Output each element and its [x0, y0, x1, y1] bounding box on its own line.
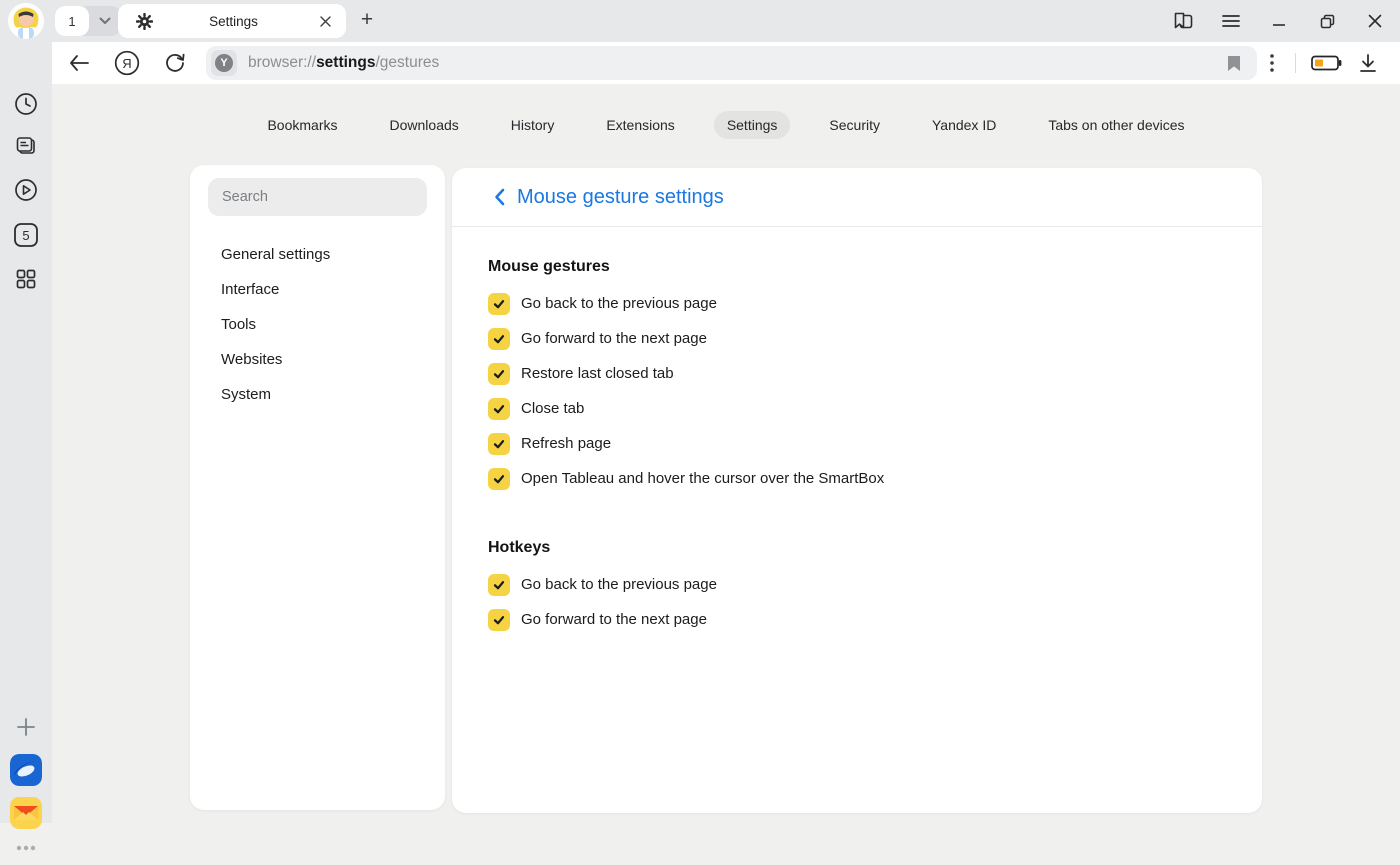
- tab-settings[interactable]: Settings: [714, 111, 791, 139]
- tab-security[interactable]: Security: [816, 111, 893, 139]
- gesture-option-label: Close tab: [521, 400, 584, 417]
- window-close-button[interactable]: [1358, 4, 1392, 38]
- download-icon[interactable]: [1348, 46, 1388, 80]
- gesture-option-row[interactable]: Open Tableau and hover the cursor over t…: [488, 461, 1226, 496]
- tab-bookmarks[interactable]: Bookmarks: [254, 111, 350, 139]
- sidebar-item-tools[interactable]: Tools: [190, 307, 445, 342]
- section-heading-mouse-gestures: Mouse gestures: [488, 257, 1226, 277]
- chevron-down-icon[interactable]: [89, 6, 121, 36]
- sidebar-item-general-settings[interactable]: General settings: [190, 237, 445, 272]
- gesture-option-row[interactable]: Restore last closed tab: [488, 356, 1226, 391]
- back-chevron-icon[interactable]: [488, 186, 510, 208]
- hotkey-option-label: Go forward to the next page: [521, 611, 707, 628]
- tab-count-number: 5: [22, 228, 29, 243]
- window-restore-button[interactable]: [1310, 4, 1344, 38]
- yandex-letter: Я: [122, 56, 131, 71]
- address-bar[interactable]: Y browser://settings/gestures: [206, 46, 1257, 80]
- profile-avatar[interactable]: [8, 3, 44, 39]
- tab-count-badge[interactable]: 5: [9, 218, 43, 252]
- settings-section-menu: General settings Interface Tools Website…: [190, 237, 445, 412]
- history-clock-icon[interactable]: [9, 87, 43, 121]
- back-arrow-icon[interactable]: [62, 46, 96, 80]
- gesture-option-row[interactable]: Go forward to the next page: [488, 321, 1226, 356]
- checkbox-checked-icon[interactable]: [488, 363, 510, 385]
- gesture-option-label: Refresh page: [521, 435, 611, 452]
- url-path: /gestures: [376, 54, 440, 71]
- more-vertical-dots-icon[interactable]: [1257, 46, 1287, 80]
- checkbox-checked-icon[interactable]: [488, 293, 510, 315]
- search-input[interactable]: [208, 178, 427, 216]
- tab-close-icon[interactable]: [314, 10, 336, 32]
- page-title[interactable]: Mouse gesture settings: [517, 186, 724, 209]
- apps-grid-icon[interactable]: [9, 262, 43, 296]
- url-text[interactable]: browser://settings/gestures: [248, 54, 439, 72]
- refresh-icon[interactable]: [158, 46, 192, 80]
- gesture-settings-card: Mouse gesture settings Mouse gestures Go…: [452, 168, 1262, 813]
- tab-other-devices[interactable]: Tabs on other devices: [1035, 111, 1197, 139]
- checkbox-checked-icon[interactable]: [488, 468, 510, 490]
- gesture-option-row[interactable]: Go back to the previous page: [488, 286, 1226, 321]
- gesture-option-label: Open Tableau and hover the cursor over t…: [521, 470, 884, 487]
- gesture-option-row[interactable]: Close tab: [488, 391, 1226, 426]
- url-host: settings: [316, 54, 375, 71]
- mail-icon[interactable]: [10, 797, 42, 829]
- bookmark-flag-icon[interactable]: [1221, 50, 1247, 76]
- gesture-option-row[interactable]: Refresh page: [488, 426, 1226, 461]
- sidebar-item-websites[interactable]: Websites: [190, 342, 445, 377]
- gear-icon: [136, 13, 153, 30]
- play-icon[interactable]: [9, 173, 43, 207]
- sidebar-item-interface[interactable]: Interface: [190, 272, 445, 307]
- battery-saver-icon[interactable]: [1304, 46, 1348, 80]
- checkbox-checked-icon[interactable]: [488, 398, 510, 420]
- tab-yandex-id[interactable]: Yandex ID: [919, 111, 1009, 139]
- card-header: Mouse gesture settings: [452, 168, 1262, 227]
- tab-counter-group[interactable]: 1: [55, 6, 121, 36]
- checkbox-checked-icon[interactable]: [488, 433, 510, 455]
- avatar-girl-illustration: [8, 3, 44, 39]
- protect-shield-icon[interactable]: Y: [211, 50, 237, 76]
- more-dots-icon[interactable]: [9, 831, 43, 865]
- tab-downloads[interactable]: Downloads: [377, 111, 472, 139]
- tab-counter-badge[interactable]: 1: [55, 6, 89, 36]
- checkbox-checked-icon[interactable]: [488, 574, 510, 596]
- toolbar-divider: [1295, 53, 1296, 73]
- tab-history[interactable]: History: [498, 111, 568, 139]
- gesture-option-label: Go back to the previous page: [521, 295, 717, 312]
- yandex-search-icon[interactable]: Я: [110, 46, 144, 80]
- checkbox-checked-icon[interactable]: [488, 328, 510, 350]
- protect-letter: Y: [215, 54, 233, 72]
- add-panel-icon[interactable]: [9, 710, 43, 744]
- tab-extensions[interactable]: Extensions: [593, 111, 687, 139]
- section-heading-hotkeys: Hotkeys: [488, 538, 1226, 558]
- hotkey-option-row[interactable]: Go back to the previous page: [488, 567, 1226, 602]
- new-tab-button[interactable]: +: [352, 5, 382, 35]
- titlebar: 1 Settings +: [0, 0, 1400, 42]
- browser-logo-icon[interactable]: [10, 754, 42, 786]
- menu-hamburger-icon[interactable]: [1214, 4, 1248, 38]
- url-scheme: browser://: [248, 54, 316, 71]
- feed-icon[interactable]: [9, 130, 43, 164]
- settings-page: Bookmarks Downloads History Extensions S…: [52, 84, 1400, 823]
- browser-tab-settings[interactable]: Settings: [118, 4, 346, 38]
- toolbar: Я Y browser://settings/gestures: [52, 42, 1400, 84]
- window-minimize-button[interactable]: [1262, 4, 1296, 38]
- tab-title: Settings: [153, 14, 314, 29]
- side-rail: 5: [0, 42, 52, 823]
- settings-top-nav: Bookmarks Downloads History Extensions S…: [52, 84, 1400, 139]
- hotkey-option-label: Go back to the previous page: [521, 576, 717, 593]
- side-panel-bookmarks-icon[interactable]: [1166, 4, 1200, 38]
- gesture-option-label: Go forward to the next page: [521, 330, 707, 347]
- sidebar-item-system[interactable]: System: [190, 377, 445, 412]
- settings-sidebar-card: General settings Interface Tools Website…: [190, 165, 445, 810]
- gesture-option-label: Restore last closed tab: [521, 365, 674, 382]
- checkbox-checked-icon[interactable]: [488, 609, 510, 631]
- hotkey-option-row[interactable]: Go forward to the next page: [488, 602, 1226, 637]
